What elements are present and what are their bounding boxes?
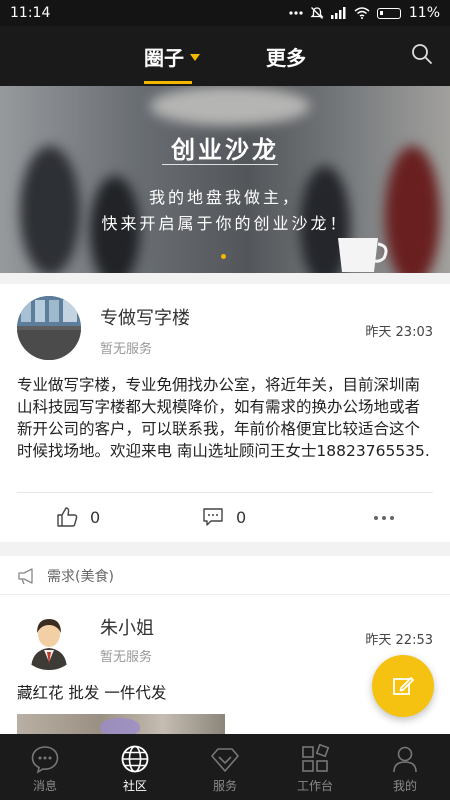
tab-circle[interactable]: 圈子 (144, 26, 200, 86)
globe-icon (121, 745, 149, 773)
person-icon (393, 746, 417, 773)
post-author-name[interactable]: 朱小姐 (100, 614, 154, 640)
workspace-icon (302, 744, 330, 772)
megaphone-icon (18, 568, 33, 585)
banner-subtitle-2: 快来开启属于你的创业沙龙！ (101, 214, 349, 233)
more-options-icon[interactable] (374, 516, 394, 520)
tab-more[interactable]: 更多 (266, 26, 306, 86)
app-screen: 11:14 11% 圈子 更多 创业沙龙 我的地盘我做主， 快来开启属于你的创业… (0, 0, 450, 800)
nav-label: 社区 (122, 779, 147, 793)
nav-label: 服务 (212, 779, 237, 793)
post-content[interactable]: 专业做写字楼，专业免佣找办公室，将近年关，目前深圳南山科技园写字楼都大规模降价，… (17, 374, 433, 462)
post-content[interactable]: 藏红花 批发 一件代发 (17, 682, 433, 704)
post-divider (17, 492, 433, 493)
nav-label: 消息 (32, 779, 57, 793)
status-right: 11% (289, 5, 440, 21)
wifi-icon (354, 7, 370, 19)
thumbs-up-icon (57, 507, 78, 527)
chat-bubble-icon (31, 746, 59, 774)
comment-button[interactable]: 0 (202, 506, 246, 528)
status-bar: 11:14 11% (0, 0, 450, 26)
search-icon[interactable] (410, 42, 434, 66)
battery-icon (376, 7, 401, 19)
post-timestamp: 昨天 22:53 (365, 633, 433, 648)
dropdown-caret-icon (190, 53, 200, 61)
bottom-navigation: 消息 社区 服务 工作台 我的 (0, 734, 450, 800)
banner-subtitle-1: 我的地盘我做主， (148, 188, 301, 207)
more-dots-status-icon (289, 11, 303, 15)
tab-active-indicator (144, 81, 192, 84)
avatar[interactable] (17, 296, 81, 360)
post-category: 需求(美食) (17, 566, 114, 586)
nav-item-messages[interactable]: 消息 (0, 734, 90, 800)
promo-banner[interactable]: 创业沙龙 我的地盘我做主， 快来开启属于你的创业沙龙！ (0, 86, 450, 273)
comment-count: 0 (236, 507, 247, 527)
banner-title: 创业沙龙 (171, 136, 279, 164)
status-icons (289, 6, 401, 20)
mute-icon (310, 7, 324, 19)
category-divider (0, 594, 450, 595)
like-count: 0 (90, 507, 101, 527)
post-service-status: 暂无服务 (100, 342, 153, 357)
post-service-status: 暂无服务 (100, 650, 153, 665)
comment-icon (203, 508, 223, 526)
like-button[interactable]: 0 (56, 506, 100, 528)
nav-item-community[interactable]: 社区 (90, 734, 180, 800)
avatar[interactable] (17, 606, 81, 670)
tab-more-label: 更多 (266, 45, 306, 70)
banner-divider (162, 164, 278, 165)
nav-label: 我的 (392, 779, 417, 793)
nav-item-profile[interactable]: 我的 (360, 734, 450, 800)
signal-icon (330, 7, 346, 19)
banner-pagination (0, 254, 450, 259)
post-author-name[interactable]: 专做写字楼 (100, 304, 190, 330)
tab-circle-label: 圈子 (144, 45, 184, 70)
user-avatar-icon (31, 619, 67, 670)
nav-item-services[interactable]: 服务 (180, 734, 270, 800)
edit-icon (393, 677, 414, 695)
category-label: 需求(美食) (47, 569, 114, 585)
pagination-dot-active (220, 254, 226, 259)
status-time: 11:14 (10, 5, 51, 21)
avatar-office-image (17, 296, 81, 360)
compose-post-button[interactable] (372, 655, 434, 717)
post-card[interactable]: 专做写字楼 暂无服务 昨天 23:03 专业做写字楼，专业免佣找办公室，将近年关… (0, 284, 450, 542)
nav-label: 工作台 (296, 779, 333, 793)
diamond-icon (211, 748, 239, 772)
nav-item-workspace[interactable]: 工作台 (270, 734, 360, 800)
post-timestamp: 昨天 23:03 (365, 325, 433, 340)
battery-level: 11% (408, 5, 440, 21)
top-header: 圈子 更多 (0, 26, 450, 86)
